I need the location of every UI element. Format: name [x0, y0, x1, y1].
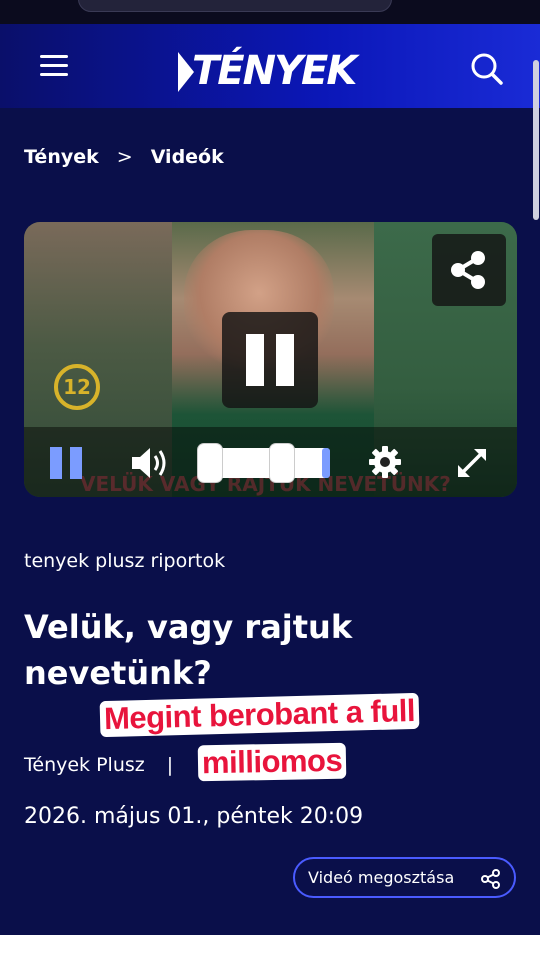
- hamburger-menu-icon[interactable]: [40, 55, 68, 77]
- article-author[interactable]: Tények Plusz: [24, 754, 145, 776]
- logo-text: TÉNYEK: [192, 48, 357, 94]
- overlay-caption-line2: milliomos: [197, 742, 347, 782]
- overlay-caption-line1: Megint berobant a full: [99, 692, 420, 738]
- seek-slider[interactable]: [198, 444, 330, 482]
- share-icon[interactable]: [432, 234, 506, 306]
- share-video-label: Videó megosztása: [308, 868, 455, 887]
- site-header: TÉNYEK: [0, 24, 540, 108]
- share-video-button[interactable]: Videó megosztása: [293, 857, 516, 898]
- search-icon[interactable]: [470, 52, 504, 86]
- page-scrollbar[interactable]: [533, 60, 539, 220]
- seek-start-handle[interactable]: [198, 444, 222, 482]
- article-title: Velük, vagy rajtuk nevetünk?: [24, 608, 353, 692]
- breadcrumb-item-tenyek[interactable]: Tények: [24, 146, 99, 168]
- volume-icon[interactable]: [130, 445, 172, 481]
- seek-handle[interactable]: [270, 444, 294, 482]
- breadcrumb-separator: >: [116, 146, 133, 168]
- player-controls: [24, 427, 517, 497]
- breadcrumb-item-videok[interactable]: Videók: [151, 146, 224, 168]
- age-rating-badge: 12: [54, 364, 100, 410]
- article-date: 2026. május 01., péntek 20:09: [24, 804, 364, 829]
- breadcrumb: Tények > Videók: [24, 146, 224, 168]
- share-icon: [480, 868, 502, 890]
- fullscreen-icon[interactable]: [454, 445, 490, 481]
- pause-icon[interactable]: [50, 447, 84, 479]
- page-bottom: [0, 935, 540, 960]
- gear-icon[interactable]: [368, 445, 402, 479]
- address-pill: [78, 0, 392, 12]
- status-bar: [0, 0, 540, 24]
- site-logo[interactable]: TÉNYEK: [178, 44, 368, 96]
- big-pause-button[interactable]: [222, 312, 318, 408]
- article-category[interactable]: tenyek plusz riportok: [24, 550, 225, 572]
- video-player[interactable]: 12 VELÜK VAGY RAJTUK NEVETÜNK?: [24, 222, 517, 497]
- seek-buffer: [322, 448, 330, 478]
- article-meta: Tények Plusz |: [24, 754, 195, 776]
- meta-divider: |: [166, 754, 174, 776]
